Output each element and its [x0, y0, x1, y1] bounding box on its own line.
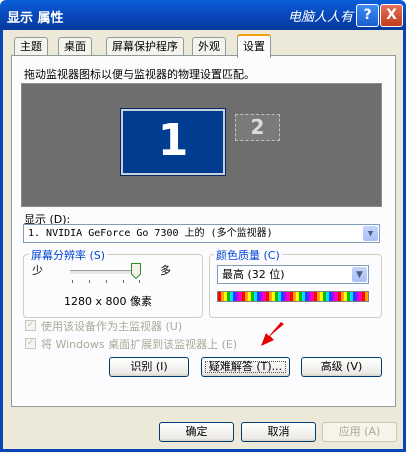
troubleshoot-button[interactable]: 疑难解答 (T)... — [201, 357, 290, 377]
window-title: 显示 属性 — [7, 11, 64, 26]
watermark-text: 电脑人人有 — [288, 10, 354, 25]
instruction-text: 拖动监视器图标以便与监视器的物理设置匹配。 — [24, 68, 255, 81]
display-select[interactable]: 1. NVIDIA GeForce Go 7300 上的 (多个监视器) ▼ — [23, 224, 380, 243]
resolution-more-label: 多 — [160, 264, 171, 277]
slider-tick — [89, 280, 90, 283]
color-quality-select[interactable]: 最高 (32 位) ▼ — [217, 265, 369, 284]
identify-button[interactable]: 识别 (I) — [109, 357, 189, 377]
slider-tick — [72, 280, 73, 283]
close-button[interactable]: X — [380, 4, 403, 27]
color-quality-group — [209, 254, 382, 318]
tab-themes[interactable]: 主题 — [14, 37, 48, 56]
focus-ring — [205, 361, 286, 373]
extend-desktop-label: 将 Windows 桌面扩展到该监视器上 (E) — [41, 338, 238, 351]
tab-desktop[interactable]: 桌面 — [58, 37, 92, 56]
monitor-2-icon[interactable]: 2 — [235, 114, 280, 141]
slider-tick — [106, 280, 107, 283]
advanced-button[interactable]: 高级 (V) — [301, 357, 382, 377]
chevron-down-icon[interactable]: ▼ — [352, 267, 367, 282]
resolution-less-label: 少 — [32, 264, 43, 277]
cancel-button[interactable]: 取消 — [241, 422, 316, 442]
ok-button[interactable]: 确定 — [159, 422, 234, 442]
extend-desktop-checkbox[interactable]: ✓ — [25, 338, 36, 349]
slider-tick — [123, 280, 124, 283]
resolution-slider-track[interactable] — [70, 270, 140, 275]
help-button[interactable]: ? — [356, 4, 379, 27]
display-select-value: 1. NVIDIA GeForce Go 7300 上的 (多个监视器) — [28, 228, 273, 239]
tab-appearance[interactable]: 外观 — [192, 37, 226, 56]
chevron-down-icon[interactable]: ▼ — [363, 226, 378, 241]
tab-settings[interactable]: 设置 — [237, 34, 271, 58]
primary-monitor-label: 使用该设备作为主监视器 (U) — [41, 320, 183, 333]
slider-tick — [139, 280, 140, 283]
primary-monitor-checkbox[interactable]: ✓ — [25, 320, 36, 331]
tab-screensaver[interactable]: 屏幕保护程序 — [106, 37, 184, 56]
title-bar[interactable]: 显示 属性 电脑人人有 ? X — [0, 0, 406, 30]
apply-button[interactable]: 应用 (A) — [322, 422, 397, 442]
monitor-1-icon[interactable]: 1 — [120, 108, 226, 176]
resolution-slider-thumb[interactable] — [131, 263, 141, 279]
color-quality-select-value: 最高 (32 位) — [222, 268, 285, 281]
color-quality-preview-bar — [217, 291, 369, 302]
resolution-value: 1280 x 800 像素 — [64, 295, 152, 308]
resolution-group-label: 屏幕分辨率 (S) — [29, 247, 108, 263]
red-arrow-icon — [261, 322, 284, 346]
color-quality-group-label: 颜色质量 (C) — [214, 247, 282, 263]
